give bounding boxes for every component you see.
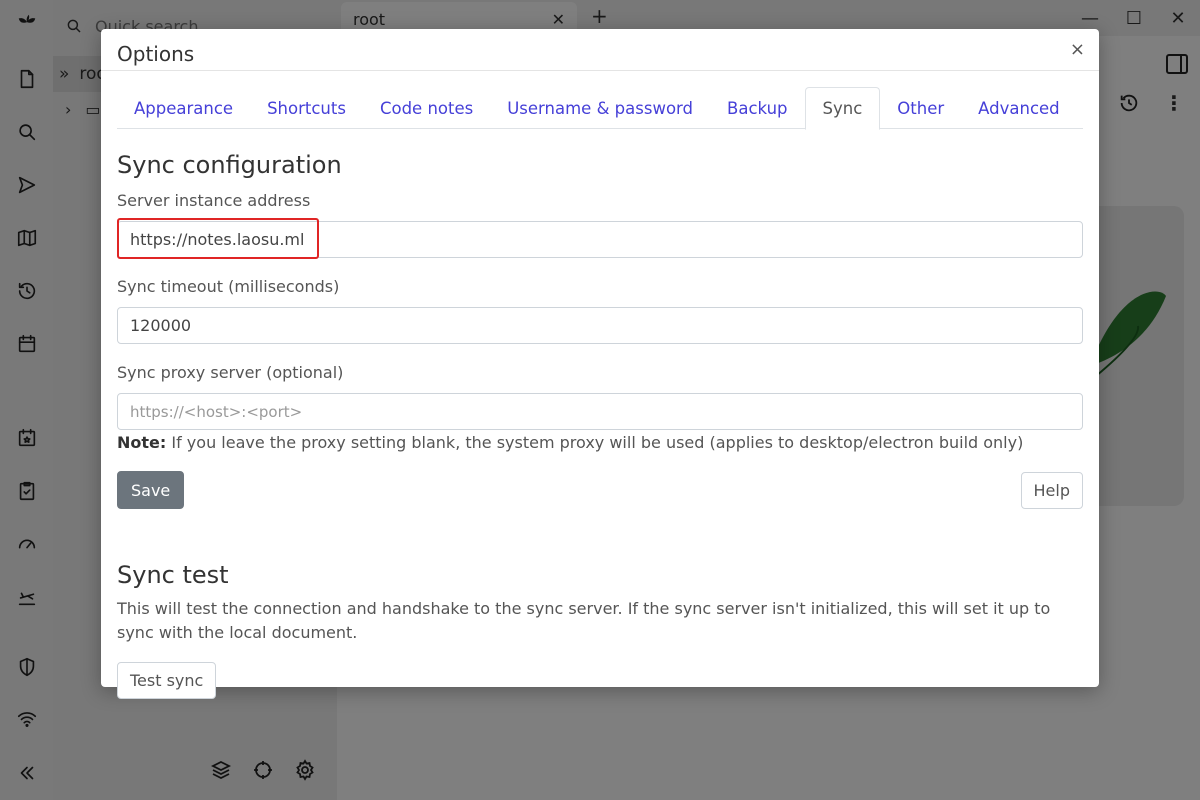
save-button[interactable]: Save <box>117 471 185 509</box>
dialog-title: Options <box>117 42 195 66</box>
sync-config-heading: Sync configuration <box>117 151 342 179</box>
sync-timeout-label: Sync timeout (milliseconds) <box>117 277 340 296</box>
server-address-label: Server instance address <box>117 191 311 210</box>
tab-shortcuts[interactable]: Shortcuts <box>250 87 363 129</box>
sync-timeout-input[interactable] <box>117 307 1083 344</box>
sync-test-heading: Sync test <box>117 561 229 589</box>
note-prefix: Note: <box>117 433 167 452</box>
options-dialog: Options × Appearance Shortcuts Code notes U… <box>101 29 1099 699</box>
options-tabs: Appearance Shortcuts Code notes Username & … <box>117 87 1083 130</box>
tab-advanced[interactable]: Advanced <box>961 87 1077 129</box>
tab-sync[interactable]: Sync <box>804 87 881 130</box>
tab-username-password[interactable]: Username & password <box>490 87 710 129</box>
proxy-note: Note: If you leave the proxy setting bla… <box>117 433 1023 452</box>
dialog-close-button[interactable]: × <box>1070 41 1085 59</box>
tab-code-notes[interactable]: Code notes <box>363 87 490 129</box>
sync-test-description: This will test the connection and handsh… <box>117 599 1051 642</box>
dialog-header: Options × <box>101 29 1099 71</box>
tab-backup[interactable]: Backup <box>710 87 804 129</box>
tab-other[interactable]: Other <box>880 87 961 129</box>
sync-proxy-input[interactable] <box>117 393 1083 430</box>
test-sync-button[interactable]: Test sync <box>117 662 217 699</box>
server-address-input[interactable] <box>117 221 1083 258</box>
note-text: If you leave the proxy setting blank, th… <box>166 433 1024 452</box>
help-button[interactable]: Help <box>1020 472 1083 509</box>
tab-appearance[interactable]: Appearance <box>117 87 250 129</box>
sync-proxy-label: Sync proxy server (optional) <box>117 363 344 382</box>
